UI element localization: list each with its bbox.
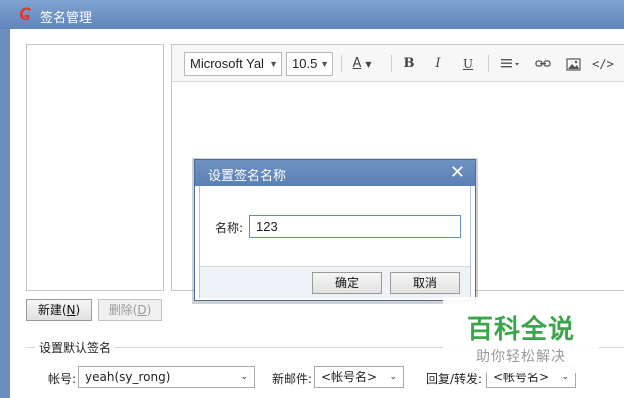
new-mail-signature-select[interactable]: <帐号名> ⌄ <box>314 366 404 388</box>
font-color-glyph: A <box>352 56 362 71</box>
signature-list[interactable] <box>26 44 164 291</box>
chevron-down-icon: ⌄ <box>389 372 397 382</box>
cancel-button[interactable]: 取消 <box>390 272 460 294</box>
source-code-icon[interactable]: </> <box>592 54 614 74</box>
align-icon[interactable] <box>496 54 526 74</box>
new-mail-select-value: <帐号名> <box>321 370 378 384</box>
delete-signature-button[interactable]: 删除(D) <box>98 299 162 321</box>
default-signature-group-title: 设置默认签名 <box>35 339 116 356</box>
dialog-footer: 确定 取消 <box>200 266 470 298</box>
italic-icon[interactable]: I <box>427 54 449 74</box>
new-button-label: 新建( <box>37 303 67 317</box>
new-mail-label: 新邮件: <box>272 372 313 386</box>
font-family-value: Microsoft Yal <box>190 56 264 71</box>
new-signature-button[interactable]: 新建(N) <box>26 299 92 321</box>
ok-button[interactable]: 确定 <box>312 272 382 294</box>
image-icon[interactable] <box>562 54 584 74</box>
app-logo-icon <box>19 7 31 21</box>
link-icon[interactable] <box>532 54 554 74</box>
toolbar-divider <box>341 55 342 72</box>
bold-glyph: B <box>403 56 415 71</box>
bold-icon[interactable]: B <box>398 54 420 74</box>
account-select-value: yeah(sy_rong) <box>85 370 171 384</box>
dialog-title: 设置签名名称 <box>208 169 287 184</box>
watermark: 百科全说 助你轻松解决 <box>443 297 599 373</box>
font-size-value: 10.5 <box>292 56 318 71</box>
close-icon[interactable]: ✕ <box>450 162 465 183</box>
window-titlebar: 签名管理 <box>0 0 624 29</box>
watermark-title: 百科全说 <box>466 315 575 345</box>
signature-name-input[interactable]: 123 <box>249 215 461 238</box>
watermark-subtitle: 助你轻松解决 <box>476 349 566 365</box>
name-label: 名称: <box>215 221 244 235</box>
delete-button-suffix: ) <box>146 303 152 317</box>
set-signature-name-dialog: 设置签名名称 ✕ 名称: 123 确定 取消 <box>194 159 476 301</box>
chevron-down-icon: ▼ <box>269 59 278 69</box>
new-button-suffix: ) <box>75 303 81 317</box>
window-title: 签名管理 <box>40 11 93 26</box>
editor-toolbar: Microsoft Yal ▼ 10.5 ▼ A ▼ B I U </> <box>172 45 624 82</box>
chevron-down-icon: ▼ <box>320 59 329 69</box>
delete-button-label: 删除( <box>108 303 138 317</box>
account-select[interactable]: yeah(sy_rong) ⌄ <box>78 366 255 388</box>
dialog-body: 名称: 123 确定 取消 <box>199 186 471 298</box>
delete-button-accesskey: D <box>137 303 147 317</box>
chevron-down-icon: ⌄ <box>240 372 248 382</box>
underline-glyph: U <box>462 57 474 71</box>
toolbar-divider <box>488 55 489 72</box>
account-label: 帐号: <box>48 372 77 386</box>
italic-glyph: I <box>435 56 441 71</box>
toolbar-divider <box>391 55 392 72</box>
font-color-icon[interactable]: A ▼ <box>349 54 375 74</box>
font-size-select[interactable]: 10.5 ▼ <box>286 52 333 76</box>
underline-icon[interactable]: U <box>457 54 479 74</box>
dialog-titlebar: 设置签名名称 ✕ <box>195 160 475 186</box>
font-family-select[interactable]: Microsoft Yal ▼ <box>184 52 282 76</box>
